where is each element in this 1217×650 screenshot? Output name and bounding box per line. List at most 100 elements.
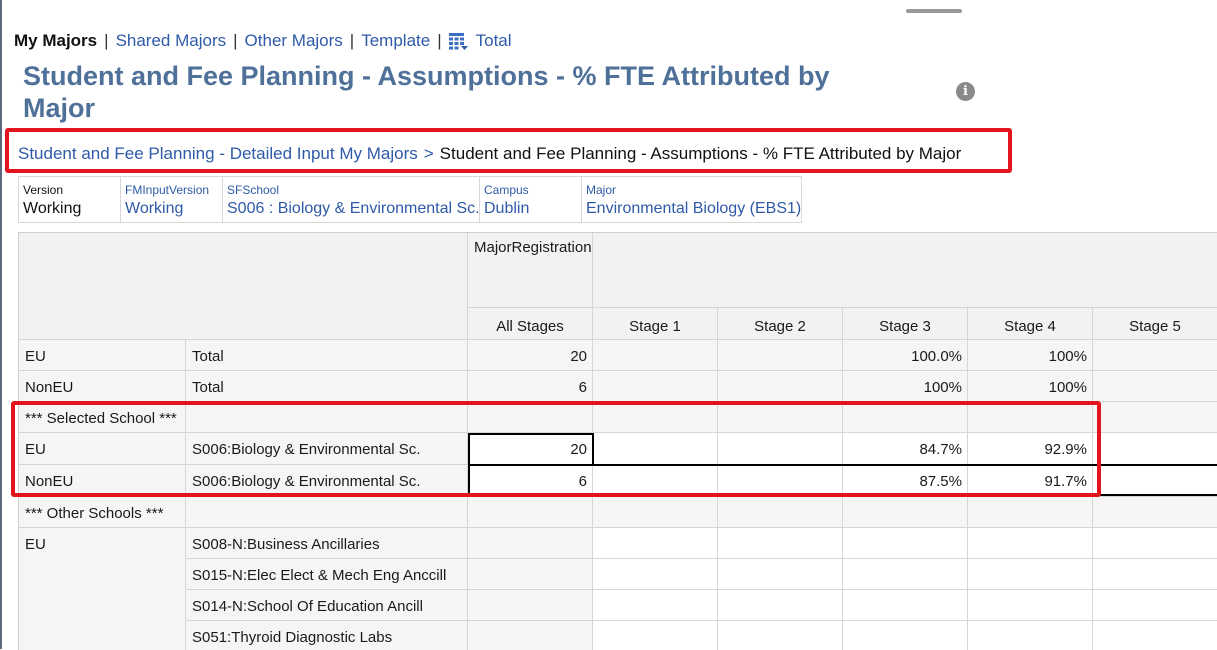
data-cell[interactable] — [468, 559, 593, 590]
row-header: EU — [19, 340, 186, 371]
nav-separator: | — [104, 31, 109, 50]
page-title: Student and Fee Planning - Assumptions -… — [23, 61, 830, 123]
data-cell[interactable] — [468, 497, 593, 528]
data-cell[interactable] — [1093, 402, 1217, 433]
data-cell[interactable] — [718, 340, 843, 371]
pov-major[interactable]: Major Environmental Biology (EBS1) — [582, 176, 802, 223]
data-cell[interactable] — [1093, 433, 1217, 465]
data-cell[interactable]: 20 — [468, 340, 593, 371]
data-cell[interactable] — [843, 559, 968, 590]
data-cell[interactable] — [1093, 371, 1217, 402]
data-cell[interactable] — [718, 559, 843, 590]
pov-sfschool[interactable]: SFSchool S006 : Biology & Environmental … — [223, 176, 480, 223]
data-cell[interactable] — [718, 371, 843, 402]
nav-total-link[interactable]: Total — [448, 31, 512, 51]
data-cell[interactable] — [718, 528, 843, 559]
pov-value: Working — [23, 200, 82, 217]
pov-value: Environmental Biology (EBS1) — [586, 200, 802, 217]
row-header — [19, 621, 186, 650]
pov-label: Version — [23, 183, 64, 197]
column-group-header: MajorRegistration — [468, 233, 593, 308]
data-cell[interactable] — [718, 497, 843, 528]
data-cell[interactable] — [1093, 559, 1217, 590]
data-cell[interactable] — [968, 528, 1093, 559]
data-cell[interactable]: 100% — [843, 371, 968, 402]
pov-campus[interactable]: Campus Dublin — [480, 176, 582, 223]
row-header — [186, 497, 468, 528]
grid-corner — [19, 233, 468, 340]
nav-separator: | — [233, 31, 238, 50]
pov-label: Campus — [484, 183, 529, 197]
data-cell[interactable] — [593, 621, 718, 650]
nav-total-label: Total — [475, 31, 512, 50]
pov-label: Major — [586, 183, 617, 197]
nav-my-majors[interactable]: My Majors — [14, 31, 97, 51]
pov-label: FMInputVersion — [125, 183, 210, 197]
data-cell[interactable] — [593, 371, 718, 402]
data-cell[interactable] — [968, 559, 1093, 590]
column-header[interactable]: Stage 3 — [843, 308, 968, 340]
data-cell[interactable] — [968, 590, 1093, 621]
data-cell[interactable] — [593, 497, 718, 528]
data-cell[interactable] — [468, 528, 593, 559]
row-header: NonEU — [19, 371, 186, 402]
data-cell[interactable] — [843, 497, 968, 528]
data-cell[interactable] — [1093, 590, 1217, 621]
data-cell[interactable] — [468, 590, 593, 621]
data-cell[interactable] — [843, 621, 968, 650]
nav-separator: | — [437, 31, 442, 50]
row-header — [19, 590, 186, 621]
left-border — [0, 0, 2, 649]
data-cell[interactable]: 100% — [968, 371, 1093, 402]
data-cell[interactable]: 100% — [968, 340, 1093, 371]
pov-version: Version Working — [18, 176, 121, 223]
pov-value: Dublin — [484, 200, 530, 217]
table-grid-icon — [448, 32, 468, 50]
data-cell[interactable] — [968, 497, 1093, 528]
data-cell[interactable] — [718, 590, 843, 621]
data-cell[interactable] — [1093, 497, 1217, 528]
data-cell[interactable] — [843, 528, 968, 559]
row-header: EU — [19, 528, 186, 559]
column-header[interactable]: Stage 4 — [968, 308, 1093, 340]
data-cell[interactable] — [968, 621, 1093, 650]
pov-label: SFSchool — [227, 183, 280, 197]
data-cell[interactable] — [468, 621, 593, 650]
row-header: S051:Thyroid Diagnostic Labs — [186, 621, 468, 650]
column-header[interactable]: Stage 1 — [593, 308, 718, 340]
data-cell[interactable]: 100.0% — [843, 340, 968, 371]
pov-fminputversion[interactable]: FMInputVersion Working — [121, 176, 223, 223]
row-header — [19, 559, 186, 590]
pov-value: S006 : Biology & Environmental Sc. — [227, 200, 480, 217]
data-cell[interactable] — [593, 528, 718, 559]
row-header: *** Other Schools *** — [19, 497, 186, 528]
data-cell[interactable] — [1093, 621, 1217, 650]
breadcrumb-highlight-box — [5, 128, 1012, 173]
data-cell[interactable] — [593, 590, 718, 621]
top-navigation: My Majors | Shared Majors | Other Majors… — [14, 31, 512, 51]
pov-value: Working — [125, 200, 184, 217]
column-header[interactable]: Stage 5 — [1093, 308, 1217, 340]
nav-template[interactable]: Template — [361, 31, 430, 51]
nav-shared-majors[interactable]: Shared Majors — [116, 31, 227, 51]
column-header[interactable]: Stage 2 — [718, 308, 843, 340]
data-cell[interactable]: 6 — [468, 371, 593, 402]
nav-other-majors[interactable]: Other Majors — [245, 31, 343, 51]
drag-handle[interactable] — [906, 9, 962, 13]
data-cell[interactable] — [718, 621, 843, 650]
row-header: Total — [186, 340, 468, 371]
column-header[interactable]: All Stages — [468, 308, 593, 340]
row-header: S008-N:Business Ancillaries — [186, 528, 468, 559]
data-cell[interactable] — [1093, 528, 1217, 559]
row-header: S014-N:School Of Education Ancill — [186, 590, 468, 621]
nav-separator: | — [349, 31, 355, 50]
table-highlight-box — [11, 401, 1101, 497]
row-header: S015-N:Elec Elect & Mech Eng Anccill — [186, 559, 468, 590]
data-cell[interactable] — [593, 559, 718, 590]
info-icon[interactable]: i — [956, 82, 975, 101]
data-cell[interactable] — [843, 590, 968, 621]
column-group-header-blank — [593, 233, 1217, 308]
data-cell[interactable] — [593, 340, 718, 371]
data-cell[interactable] — [1093, 340, 1217, 371]
row-header: Total — [186, 371, 468, 402]
